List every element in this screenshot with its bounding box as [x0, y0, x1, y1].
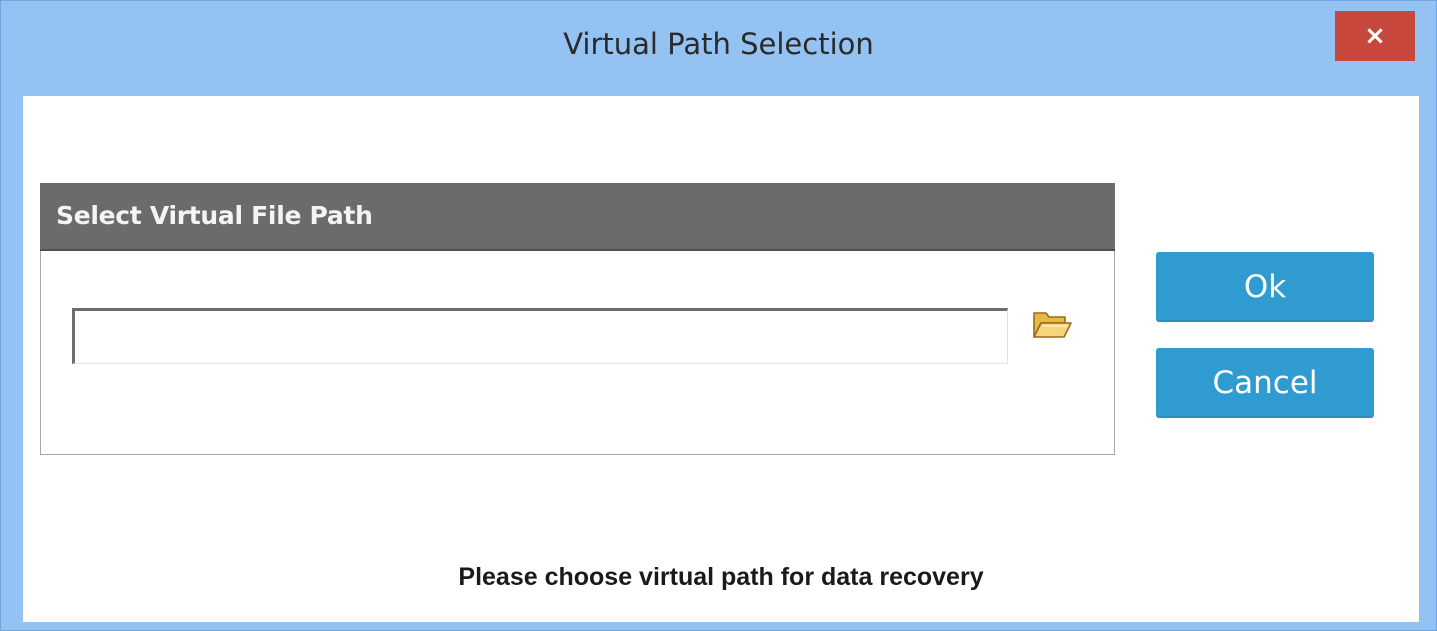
- virtual-path-input[interactable]: [72, 308, 1008, 364]
- ok-button[interactable]: Ok: [1156, 252, 1374, 322]
- title-bar[interactable]: Virtual Path Selection ×: [1, 1, 1436, 96]
- close-button[interactable]: ×: [1335, 11, 1415, 61]
- folder-open-icon: [1033, 312, 1072, 338]
- dialog-window: Virtual Path Selection × Select Virtual …: [0, 0, 1437, 631]
- group-header: Select Virtual File Path: [40, 183, 1115, 251]
- dialog-body: Select Virtual File Path Ok Cancel Pleas…: [23, 96, 1419, 622]
- window-title: Virtual Path Selection: [563, 27, 874, 61]
- cancel-button[interactable]: Cancel: [1156, 348, 1374, 418]
- browse-folder-button[interactable]: [1031, 305, 1073, 345]
- status-message: Please choose virtual path for data reco…: [458, 563, 984, 591]
- virtual-path-group: Select Virtual File Path: [40, 183, 1115, 455]
- group-header-label: Select Virtual File Path: [56, 201, 373, 230]
